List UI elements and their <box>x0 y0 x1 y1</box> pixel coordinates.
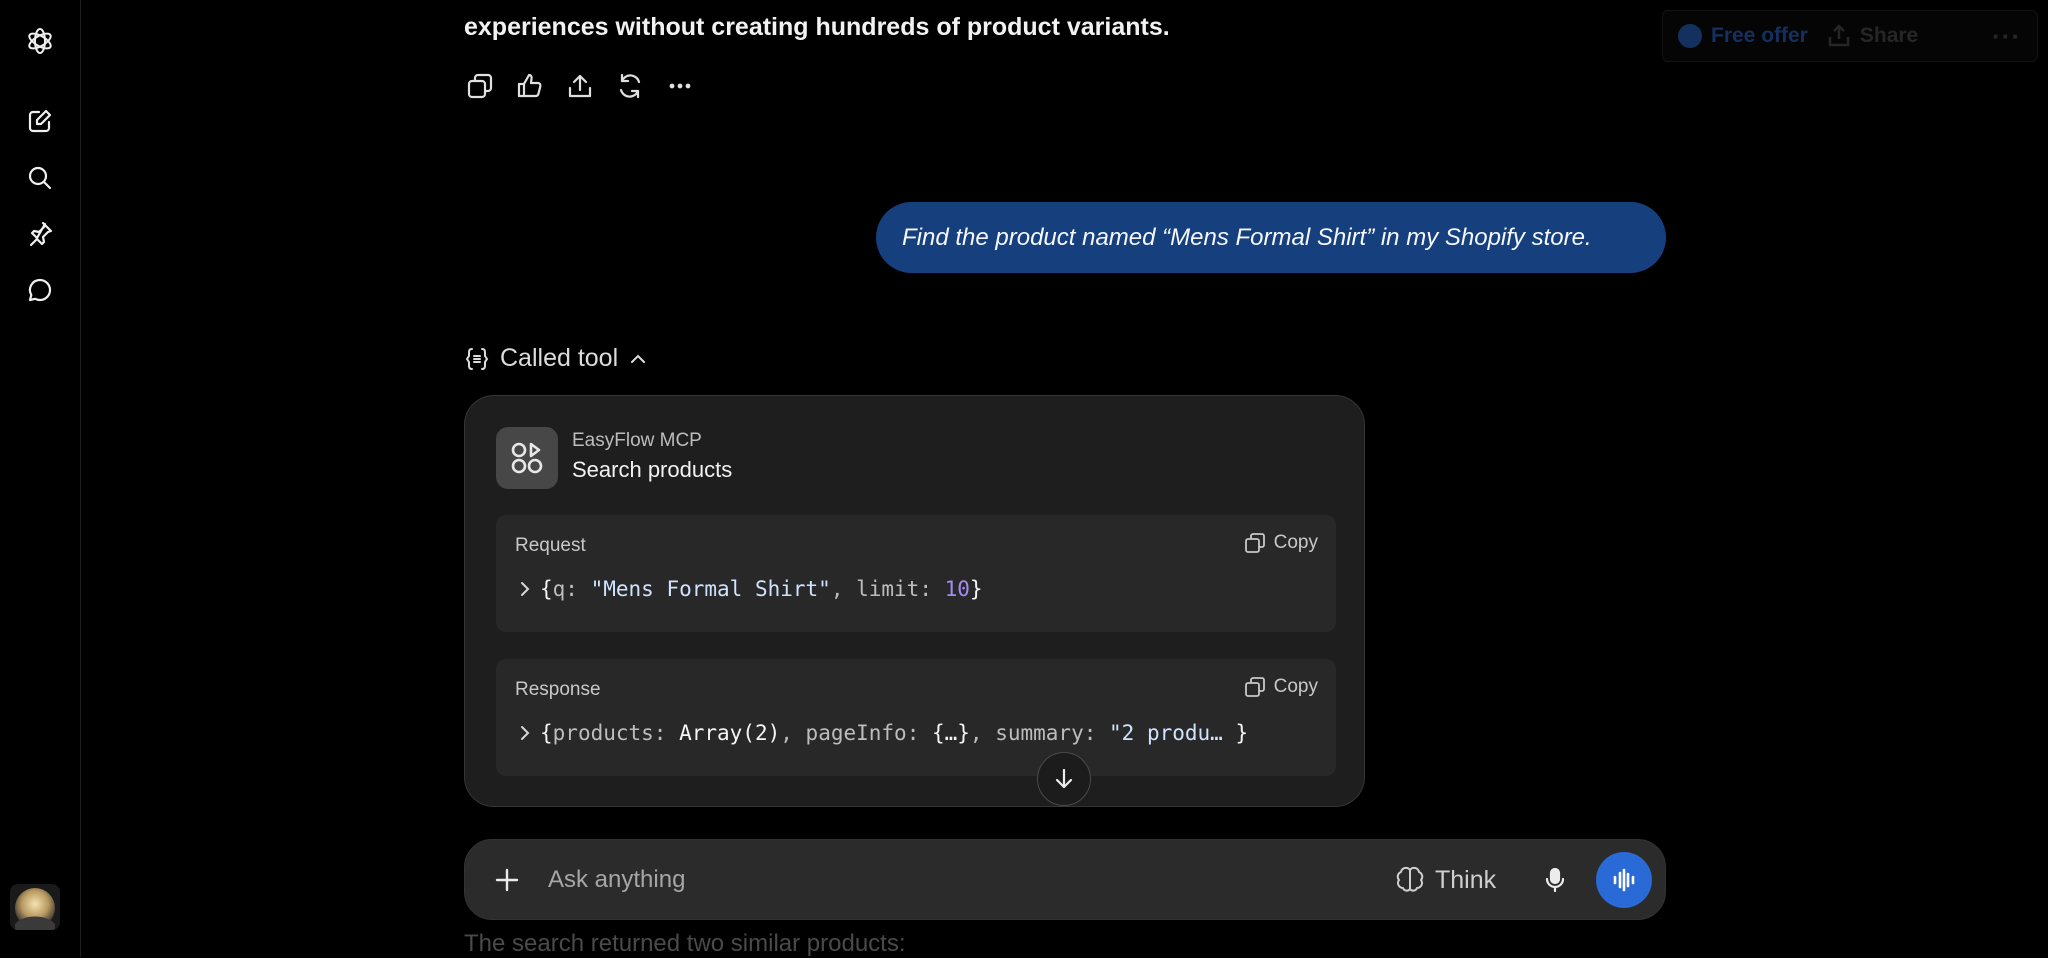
copy-icon <box>467 73 493 99</box>
more-options-button[interactable]: ··· <box>1992 21 2021 52</box>
share-label: Share <box>1859 24 1919 47</box>
scroll-to-bottom-button[interactable] <box>1037 752 1091 806</box>
tool-app-icon <box>496 427 558 489</box>
tool-call-card: EasyFlow MCP Search products Request Cop… <box>464 395 1365 807</box>
request-title: Request <box>515 535 586 556</box>
chevron-up-icon <box>631 354 646 363</box>
share-message-button[interactable] <box>562 68 598 104</box>
user-message-text: Find the product named “Mens Formal Shir… <box>902 223 1592 251</box>
composer: Think <box>464 839 1666 920</box>
microphone-icon <box>1545 867 1565 893</box>
tool-provider: EasyFlow MCP <box>572 430 702 451</box>
refresh-icon <box>619 73 641 99</box>
copy-message-button[interactable] <box>462 68 498 104</box>
tool-name: Search products <box>572 457 733 482</box>
voice-mode-button[interactable] <box>1596 852 1652 908</box>
message-actions <box>462 68 698 104</box>
free-offer-label: Free offer <box>1711 24 1808 47</box>
prompt-input[interactable] <box>546 854 1326 906</box>
code-braces-icon <box>465 347 489 370</box>
copy-request-label: Copy <box>1273 532 1318 553</box>
chevron-right-icon <box>521 726 530 740</box>
share-button[interactable]: Share <box>1826 23 1918 49</box>
connector-icon <box>511 442 543 474</box>
request-code[interactable]: {q: "Mens Formal Shirt", limit: 10} <box>516 577 983 601</box>
copy-response-label: Copy <box>1273 676 1318 697</box>
thumbs-icon <box>517 73 542 98</box>
sound-wave-icon <box>1613 868 1635 892</box>
thumbs-down-button[interactable] <box>512 68 548 104</box>
copy-icon <box>1244 677 1265 697</box>
more-actions-button[interactable] <box>662 68 698 104</box>
request-panel: Request Copy {q: "Mens Formal Shirt", li… <box>496 515 1336 632</box>
response-panel: Response Copy {products: Array(2), pageI… <box>496 659 1336 776</box>
arrow-down-icon <box>1055 768 1073 789</box>
called-tool-toggle[interactable]: Called tool <box>464 344 648 373</box>
brain-icon <box>1396 866 1424 892</box>
share-icon <box>1828 24 1850 47</box>
user-message-bubble: Find the product named “Mens Formal Shir… <box>876 202 1666 273</box>
pin-icon[interactable] <box>20 214 60 254</box>
new-chat-icon[interactable] <box>20 101 60 141</box>
copy-response-button[interactable]: Copy <box>1244 676 1318 698</box>
assistant-message-text: experiences without creating hundreds of… <box>464 13 1170 41</box>
regenerate-button[interactable] <box>612 68 648 104</box>
copy-request-button[interactable]: Copy <box>1244 532 1318 554</box>
assistant-following-text: The search returned two similar products… <box>464 930 906 957</box>
avatar[interactable] <box>10 884 60 930</box>
upload-icon <box>568 74 592 98</box>
sidebar <box>0 0 81 957</box>
dictate-button[interactable] <box>1535 860 1575 900</box>
search-icon[interactable] <box>20 158 60 198</box>
copy-icon <box>1244 533 1265 553</box>
header-actions: Free offer Share ··· <box>1662 10 2038 62</box>
chevron-right-icon <box>521 582 530 596</box>
free-offer-button[interactable]: Free offer <box>1677 23 1808 49</box>
chat-bubble-icon[interactable] <box>20 270 60 310</box>
response-title: Response <box>515 679 601 700</box>
openai-logo-icon[interactable] <box>20 21 60 61</box>
plus-icon <box>495 868 519 892</box>
called-tool-label: Called tool <box>500 344 619 372</box>
add-attachment-button[interactable] <box>487 860 527 900</box>
response-code[interactable]: {products: Array(2), pageInfo: {…}, summ… <box>516 721 1248 745</box>
ellipsis-icon <box>669 83 691 89</box>
think-button[interactable]: Think <box>1395 860 1496 900</box>
think-label: Think <box>1435 865 1497 894</box>
offer-icon <box>1678 24 1702 48</box>
